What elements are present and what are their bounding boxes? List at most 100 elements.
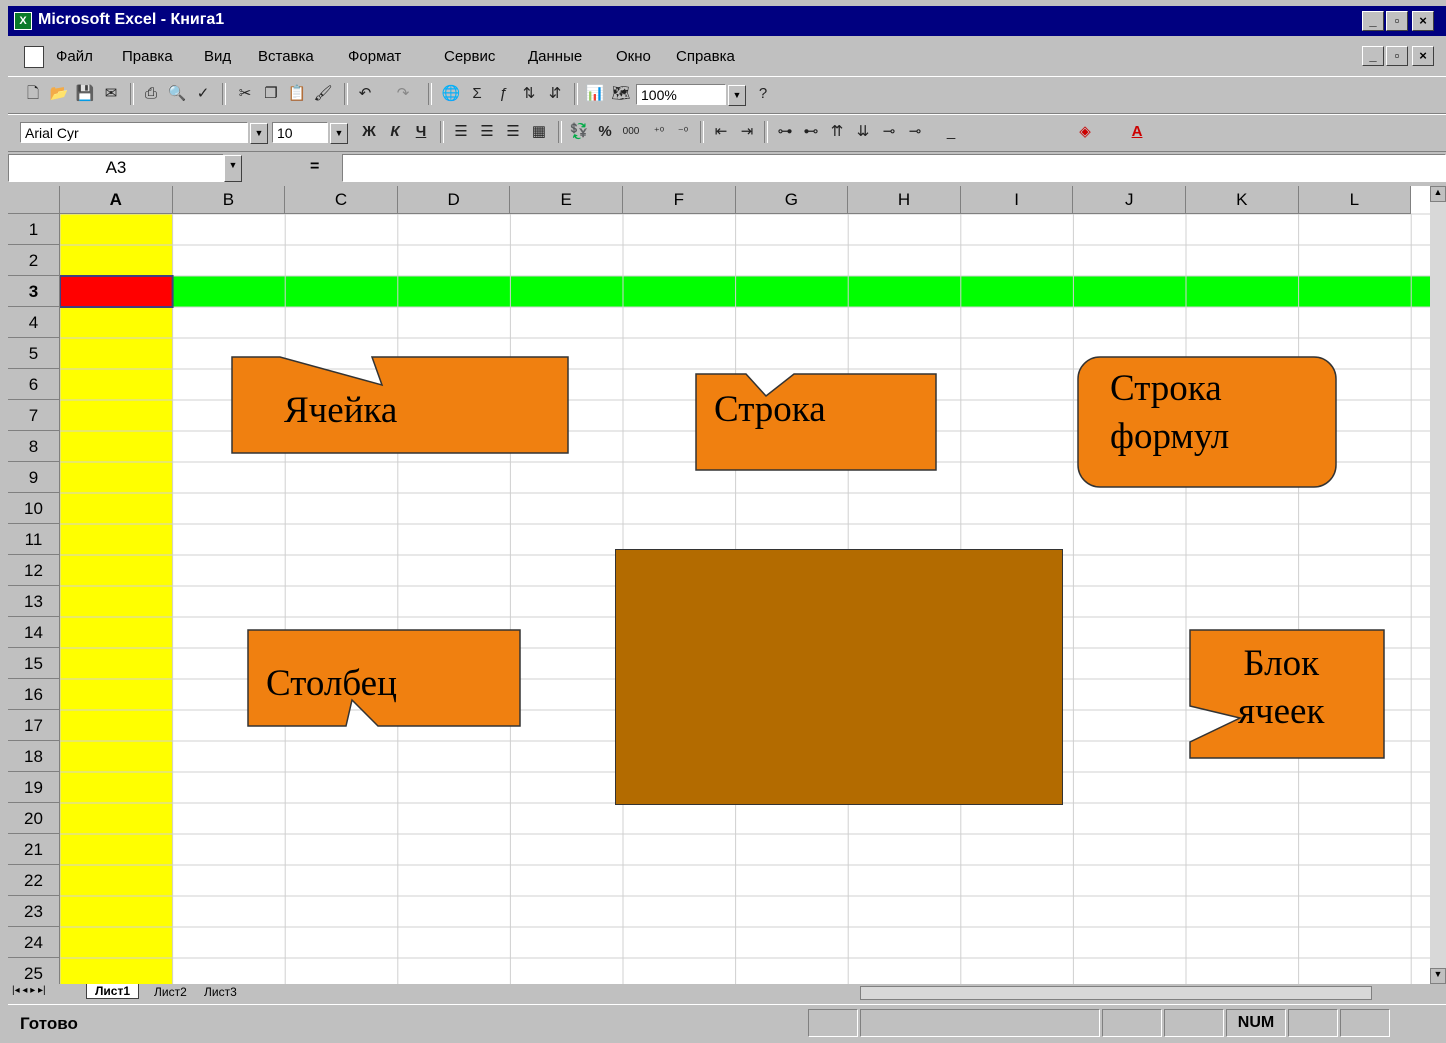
scroll-down-icon[interactable]: ▼ — [1430, 968, 1446, 984]
tab-sheet2[interactable]: Лист2 — [148, 985, 193, 999]
row-header-8[interactable]: 8 — [8, 431, 60, 462]
menu-insert[interactable]: Вставка — [258, 48, 314, 65]
help-icon[interactable]: ? — [752, 83, 774, 105]
row-header-22[interactable]: 22 — [8, 865, 60, 896]
column-header-j[interactable]: J — [1073, 186, 1186, 214]
row-header-24[interactable]: 24 — [8, 927, 60, 958]
row-header-20[interactable]: 20 — [8, 803, 60, 834]
cut-icon[interactable]: ✂ — [234, 83, 256, 105]
excel-icon[interactable]: X — [14, 12, 32, 30]
increase-decimal-icon[interactable]: ⁺⁰ — [648, 121, 670, 143]
trace-dependents-icon[interactable]: ⊷ — [800, 121, 822, 143]
menu-tools[interactable]: Сервис — [444, 48, 495, 65]
auditing2-icon[interactable]: ⊸ — [904, 121, 926, 143]
chart-wizard-icon[interactable]: 📊 — [584, 83, 606, 105]
column-header-f[interactable]: F — [623, 186, 736, 214]
menu-edit[interactable]: Правка — [122, 48, 173, 65]
menu-data[interactable]: Данные — [528, 48, 582, 65]
name-box[interactable]: A3 — [8, 154, 224, 182]
doc-minimize-icon[interactable]: _ — [1362, 46, 1384, 66]
row-header-11[interactable]: 11 — [8, 524, 60, 555]
undo-icon[interactable]: ↶ — [354, 83, 376, 105]
vertical-scrollbar[interactable]: ▲ ▼ — [1430, 186, 1446, 984]
hyperlink-icon[interactable]: 🌐 — [440, 83, 462, 105]
map-icon[interactable]: 🗺 — [610, 83, 632, 105]
column-header-e[interactable]: E — [510, 186, 623, 214]
spelling-icon[interactable]: ✓ — [192, 83, 214, 105]
menu-help[interactable]: Справка — [676, 48, 735, 65]
fill-color-icon[interactable]: ◈ — [1074, 121, 1096, 143]
menu-file[interactable]: Файл — [56, 48, 93, 65]
save-icon[interactable]: 💾 — [74, 83, 96, 105]
column-header-h[interactable]: H — [848, 186, 961, 214]
trace-error-icon[interactable]: ⇈ — [826, 121, 848, 143]
font-size-combo[interactable]: 10 — [272, 122, 328, 143]
print-icon[interactable]: ⎙ — [140, 83, 162, 105]
increase-indent-icon[interactable]: ⇥ — [736, 121, 758, 143]
tab-sheet1[interactable]: Лист1 — [86, 984, 140, 999]
row-header-10[interactable]: 10 — [8, 493, 60, 524]
paste-icon[interactable]: 📋 — [286, 83, 308, 105]
name-box-dropdown-icon[interactable]: ▼ — [224, 155, 242, 182]
bold-button[interactable]: Ж — [358, 121, 380, 143]
column-header-d[interactable]: D — [397, 186, 511, 214]
sort-asc-icon[interactable]: ⇅ — [518, 83, 540, 105]
row-header-16[interactable]: 16 — [8, 679, 60, 710]
column-header-i[interactable]: I — [960, 186, 1074, 214]
function-icon[interactable]: ƒ — [492, 83, 514, 105]
font-color-icon[interactable]: A — [1126, 121, 1148, 143]
print-preview-icon[interactable]: 🔍 — [166, 83, 188, 105]
autosum-icon[interactable]: Σ — [466, 83, 488, 105]
format-painter-icon[interactable]: 🖌 — [312, 83, 334, 105]
tab-sheet3[interactable]: Лист3 — [198, 985, 243, 999]
column-header-b[interactable]: B — [172, 186, 286, 214]
equals-icon[interactable]: = — [310, 158, 319, 176]
borders-icon[interactable]: _ — [940, 121, 962, 143]
row-header-12[interactable]: 12 — [8, 555, 60, 586]
decrease-indent-icon[interactable]: ⇤ — [710, 121, 732, 143]
row-header-25[interactable]: 25 — [8, 958, 60, 984]
menu-view[interactable]: Вид — [204, 48, 231, 65]
row-header-13[interactable]: 13 — [8, 586, 60, 617]
doc-close-icon[interactable]: × — [1412, 46, 1434, 66]
italic-button[interactable]: К — [384, 121, 406, 143]
font-dropdown-icon[interactable]: ▼ — [250, 123, 268, 144]
close-icon[interactable]: × — [1412, 11, 1434, 31]
underline-button[interactable]: Ч — [410, 121, 432, 143]
row-header-18[interactable]: 18 — [8, 741, 60, 772]
new-icon[interactable]: 🗋 — [22, 83, 44, 105]
percent-icon[interactable]: % — [594, 121, 616, 143]
decrease-decimal-icon[interactable]: ⁻⁰ — [672, 121, 694, 143]
align-left-icon[interactable]: ☰ — [450, 121, 472, 143]
open-icon[interactable]: 📂 — [48, 83, 70, 105]
row-header-19[interactable]: 19 — [8, 772, 60, 803]
scroll-up-icon[interactable]: ▲ — [1430, 186, 1446, 202]
row-header-4[interactable]: 4 — [8, 307, 60, 338]
row-header-9[interactable]: 9 — [8, 462, 60, 493]
menu-format[interactable]: Формат — [348, 48, 401, 65]
mail-icon[interactable]: ✉ — [100, 83, 122, 105]
restore-icon[interactable]: ▫ — [1386, 11, 1408, 31]
tab-scroll-icon[interactable]: |◂ ◂ ▸ ▸| — [12, 985, 46, 996]
auditing-icon[interactable]: ⊸ — [878, 121, 900, 143]
doc-restore-icon[interactable]: ▫ — [1386, 46, 1408, 66]
font-name-combo[interactable]: Arial Cyr — [20, 122, 248, 143]
copy-icon[interactable]: ❐ — [260, 83, 282, 105]
sort-desc-icon[interactable]: ⇵ — [544, 83, 566, 105]
workbook-icon[interactable] — [24, 46, 44, 68]
trace-precedents-icon[interactable]: ⊶ — [774, 121, 796, 143]
row-header-1[interactable]: 1 — [8, 214, 60, 245]
column-header-l[interactable]: L — [1298, 186, 1412, 214]
row-header-2[interactable]: 2 — [8, 245, 60, 276]
minimize-icon[interactable]: _ — [1362, 11, 1384, 31]
column-header-a[interactable]: A — [60, 186, 173, 214]
column-a-fill[interactable] — [60, 214, 173, 984]
column-header-g[interactable]: G — [735, 186, 849, 214]
row-header-3[interactable]: 3 — [8, 276, 60, 307]
row-header-23[interactable]: 23 — [8, 896, 60, 927]
comma-icon[interactable]: 000 — [620, 121, 642, 143]
row-header-21[interactable]: 21 — [8, 834, 60, 865]
zoom-dropdown-icon[interactable]: ▼ — [728, 85, 746, 106]
menu-window[interactable]: Окно — [616, 48, 651, 65]
currency-icon[interactable]: 💱 — [568, 121, 590, 143]
